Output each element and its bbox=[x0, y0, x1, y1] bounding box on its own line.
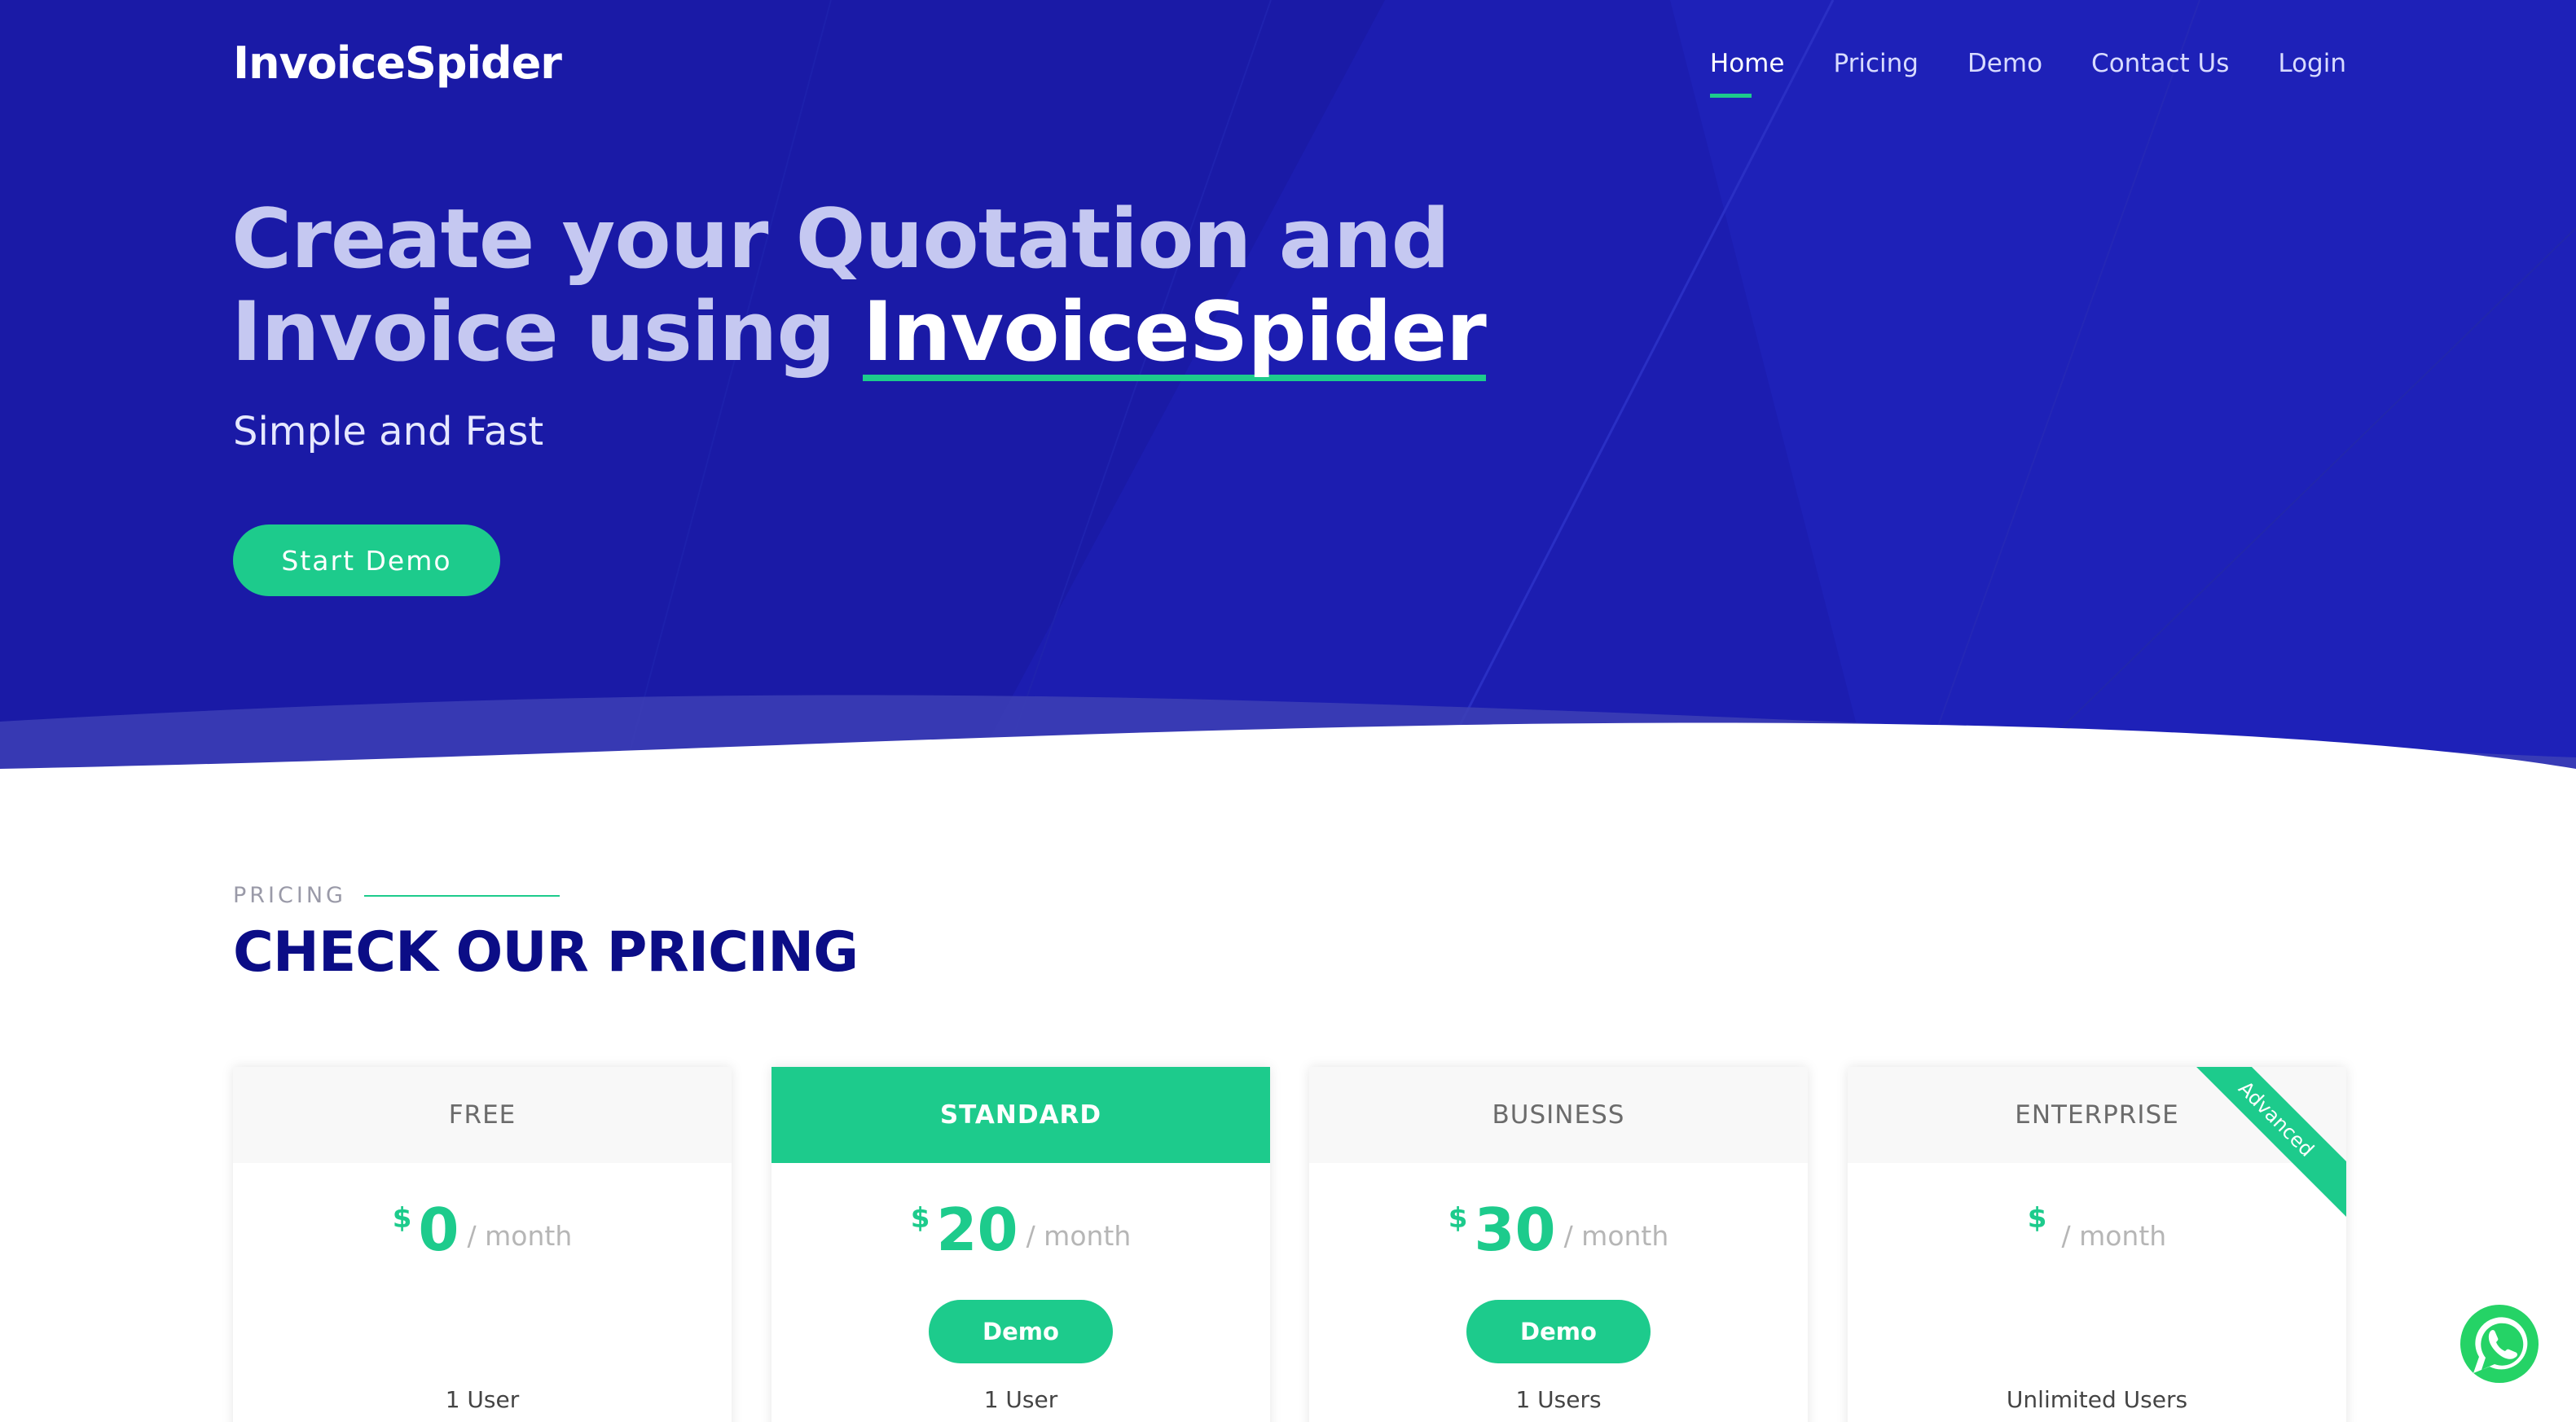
nav-demo[interactable]: Demo bbox=[1967, 49, 2042, 78]
price-amount: 20 bbox=[936, 1196, 1018, 1264]
plan-price: $ 0 / month bbox=[233, 1163, 732, 1266]
currency-symbol: $ bbox=[1448, 1202, 1468, 1235]
pricing-cards: FREE $ 0 / month 1 User STANDARD $ 20 / … bbox=[233, 1067, 2346, 1422]
plan-users: 1 User bbox=[983, 1386, 1058, 1413]
pricing-kicker: PRICING bbox=[233, 883, 560, 908]
pricing-title: CHECK OUR PRICING bbox=[233, 920, 859, 985]
site-logo[interactable]: InvoiceSpider bbox=[233, 37, 562, 89]
plan-card-free: FREE $ 0 / month 1 User bbox=[233, 1067, 732, 1422]
currency-symbol: $ bbox=[392, 1202, 412, 1235]
plan-price: $ / month bbox=[1848, 1163, 2346, 1266]
plan-demo-button[interactable]: Demo bbox=[1466, 1300, 1651, 1363]
plan-name: STANDARD bbox=[771, 1067, 1270, 1163]
price-period: / month bbox=[1563, 1220, 1669, 1252]
whatsapp-icon[interactable] bbox=[2457, 1301, 2542, 1386]
plan-users: 1 Users bbox=[1515, 1386, 1602, 1413]
headline-line-1: Create your Quotation and bbox=[231, 191, 1450, 287]
headline-line-2-prefix: Invoice using bbox=[231, 283, 863, 380]
hero-background-shapes bbox=[0, 0, 2576, 792]
hero-headline: Create your Quotation and Invoice using … bbox=[231, 191, 1487, 381]
plan-name: FREE bbox=[233, 1067, 732, 1163]
plan-demo-button[interactable]: Demo bbox=[929, 1300, 1113, 1363]
plan-card-business: BUSINESS $ 30 / month Demo 1 Users bbox=[1309, 1067, 1808, 1422]
nav-login[interactable]: Login bbox=[2278, 49, 2346, 78]
main-nav: Home Pricing Demo Contact Us Login bbox=[1661, 49, 2346, 98]
hero-section: InvoiceSpider Home Pricing Demo Contact … bbox=[0, 0, 2576, 792]
plan-price: $ 30 / month bbox=[1309, 1163, 1808, 1266]
plan-name: BUSINESS bbox=[1309, 1067, 1808, 1163]
plan-price: $ 20 / month bbox=[771, 1163, 1270, 1266]
plan-users: Unlimited Users bbox=[2006, 1386, 2188, 1413]
price-period: / month bbox=[467, 1220, 573, 1252]
currency-symbol: $ bbox=[2027, 1202, 2047, 1235]
start-demo-button[interactable]: Start Demo bbox=[233, 524, 500, 596]
nav-home[interactable]: Home bbox=[1709, 49, 1784, 98]
plan-card-enterprise: ENTERPRISE Advanced $ / month Unlimited … bbox=[1848, 1067, 2346, 1422]
currency-symbol: $ bbox=[910, 1202, 930, 1235]
price-period: / month bbox=[2061, 1220, 2167, 1252]
price-amount: 0 bbox=[418, 1196, 459, 1264]
hero-subtitle: Simple and Fast bbox=[233, 409, 544, 454]
nav-contact-us[interactable]: Contact Us bbox=[2091, 49, 2229, 78]
kicker-divider bbox=[363, 894, 560, 897]
price-period: / month bbox=[1026, 1220, 1132, 1252]
headline-brand: InvoiceSpider bbox=[862, 283, 1487, 381]
pricing-kicker-label: PRICING bbox=[233, 883, 346, 908]
nav-pricing[interactable]: Pricing bbox=[1833, 49, 1919, 78]
plan-card-standard: STANDARD $ 20 / month Demo 1 User bbox=[771, 1067, 1270, 1422]
plan-users: 1 User bbox=[445, 1386, 520, 1413]
price-amount: 30 bbox=[1474, 1196, 1556, 1264]
